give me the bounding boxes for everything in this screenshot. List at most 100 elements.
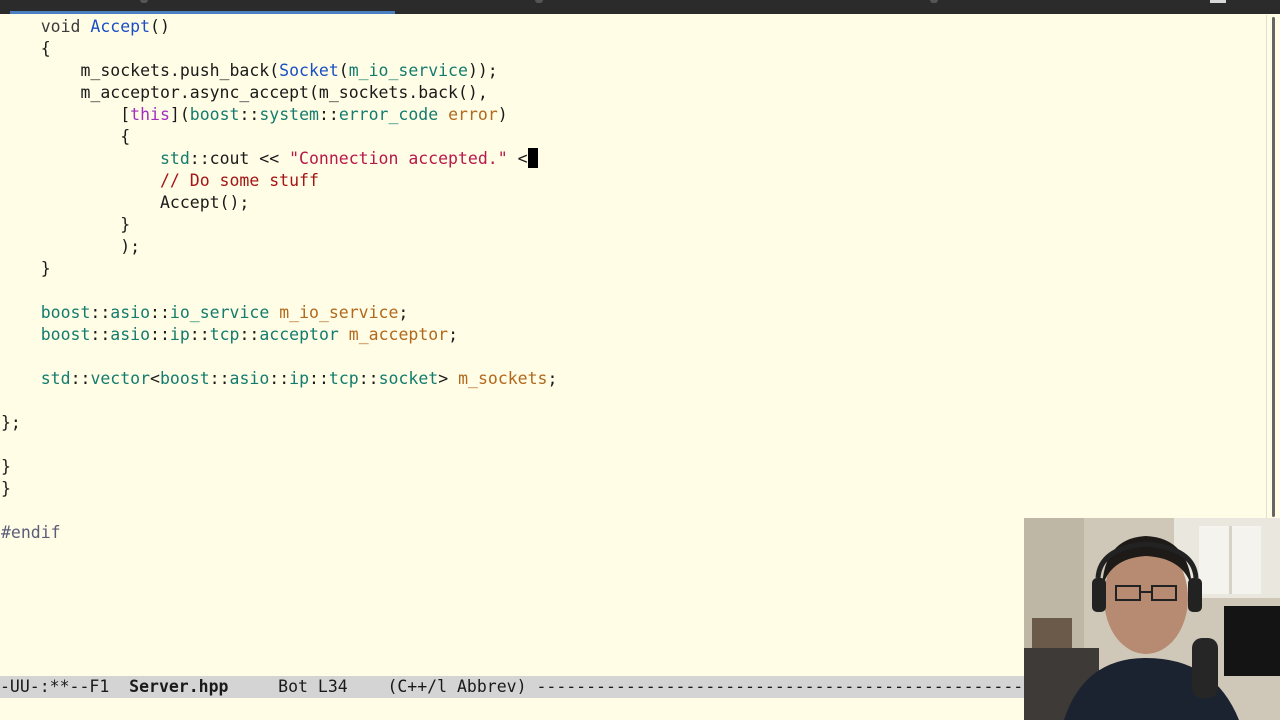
code-line[interactable]: std::cout << "Connection accepted." <: [1, 148, 538, 170]
code-line[interactable]: // Do some stuff: [1, 170, 319, 192]
code-token: [: [120, 105, 131, 124]
code-token: };: [1, 413, 21, 432]
modeline-status: -UU-:**--F1: [0, 677, 130, 696]
scrollbar-thumb[interactable]: [1272, 17, 1275, 517]
code-token: acceptor: [259, 325, 339, 344]
code-line[interactable]: );: [1, 236, 140, 258]
code-token: ::: [90, 325, 111, 344]
code-token: std: [159, 149, 190, 168]
code-token: // Do some stuff: [159, 171, 319, 190]
code-line[interactable]: boost::asio::ip::tcp::acceptor m_accepto…: [1, 324, 458, 346]
code-line[interactable]: std::vector<boost::asio::ip::tcp::socket…: [1, 368, 558, 390]
code-token: m_acceptor: [348, 325, 449, 344]
code-token: tcp: [328, 369, 359, 388]
code-token: ): [497, 105, 508, 124]
code-token: <: [507, 149, 528, 168]
code-line[interactable]: #endif: [1, 522, 61, 544]
code-token: );: [120, 237, 141, 256]
code-token: }: [40, 259, 51, 278]
code-token: ::: [318, 105, 339, 124]
code-token: ](: [169, 105, 190, 124]
code-line[interactable]: m_sockets.push_back(Socket(m_io_service)…: [1, 60, 498, 82]
code-token: ));: [467, 61, 498, 80]
code-token: ip: [169, 325, 190, 344]
code-line[interactable]: }: [1, 258, 51, 280]
code-token: socket: [378, 369, 439, 388]
code-token: error: [448, 105, 498, 124]
code-token: boost: [40, 303, 91, 322]
active-tab-indicator[interactable]: [10, 11, 395, 14]
code-token: this: [130, 105, 170, 124]
code-token: <: [150, 369, 160, 388]
code-line[interactable]: };: [1, 412, 21, 434]
modeline-modes[interactable]: (C++/l Abbrev): [387, 677, 526, 696]
code-token: m_io_service: [279, 303, 399, 322]
code-token: ::: [269, 369, 290, 388]
code-token: ::: [150, 303, 170, 322]
code-token: error_code: [338, 105, 439, 124]
code-line[interactable]: void Accept(): [1, 16, 170, 38]
code-token: m_sockets.push_back(: [80, 61, 280, 80]
code-token: asio: [110, 325, 151, 344]
code-token: m_io_service: [348, 61, 468, 80]
code-token: Socket: [279, 61, 339, 80]
code-line[interactable]: [this](boost::system::error_code error): [1, 104, 508, 126]
code-token: ::: [239, 105, 260, 124]
code-token: ;: [448, 325, 459, 344]
code-token: system: [259, 105, 319, 124]
code-token: (): [150, 17, 170, 36]
code-line[interactable]: }: [1, 478, 11, 500]
text-cursor: [527, 148, 538, 168]
code-token: Accept();: [159, 193, 250, 212]
code-token: Accept: [90, 17, 151, 36]
code-token: }: [120, 215, 131, 234]
code-line[interactable]: Accept();: [1, 192, 249, 214]
code-line[interactable]: }: [1, 214, 130, 236]
tab-marker[interactable]: [535, 0, 543, 3]
code-token: ::: [150, 325, 170, 344]
code-line[interactable]: m_acceptor.async_accept(m_sockets.back()…: [1, 82, 488, 104]
modeline-buffer-name[interactable]: Server.hpp: [129, 677, 228, 696]
code-line[interactable]: boost::asio::io_service m_io_service;: [1, 302, 409, 324]
code-token: (: [338, 61, 349, 80]
code-token: asio: [229, 369, 270, 388]
code-token: ;: [398, 303, 409, 322]
code-token: ::: [358, 369, 379, 388]
code-token: void: [40, 17, 91, 36]
code-token: io_service: [169, 303, 270, 322]
code-token: boost: [40, 325, 91, 344]
tab-marker[interactable]: [140, 0, 148, 3]
code-token: >: [438, 369, 459, 388]
code-token: ::: [309, 369, 329, 388]
code-token: #endif: [1, 523, 61, 542]
code-line[interactable]: }: [1, 456, 11, 478]
modeline-position: Bot L34: [228, 677, 388, 696]
code-token: m_sockets: [458, 369, 548, 388]
window-control[interactable]: [1210, 0, 1226, 3]
code-token: tcp: [209, 325, 240, 344]
code-token: ;: [547, 369, 558, 388]
code-token: ::: [239, 325, 260, 344]
code-line[interactable]: {: [1, 126, 130, 148]
code-token: {: [40, 39, 51, 58]
code-token: ip: [289, 369, 310, 388]
code-token: m_acceptor.async_accept(m_sockets.back()…: [80, 83, 488, 102]
code-token: "Connection accepted.": [289, 149, 508, 168]
tab-marker[interactable]: [930, 0, 938, 3]
code-token: }: [1, 479, 11, 498]
code-line[interactable]: {: [1, 38, 51, 60]
code-token: vector: [90, 369, 151, 388]
